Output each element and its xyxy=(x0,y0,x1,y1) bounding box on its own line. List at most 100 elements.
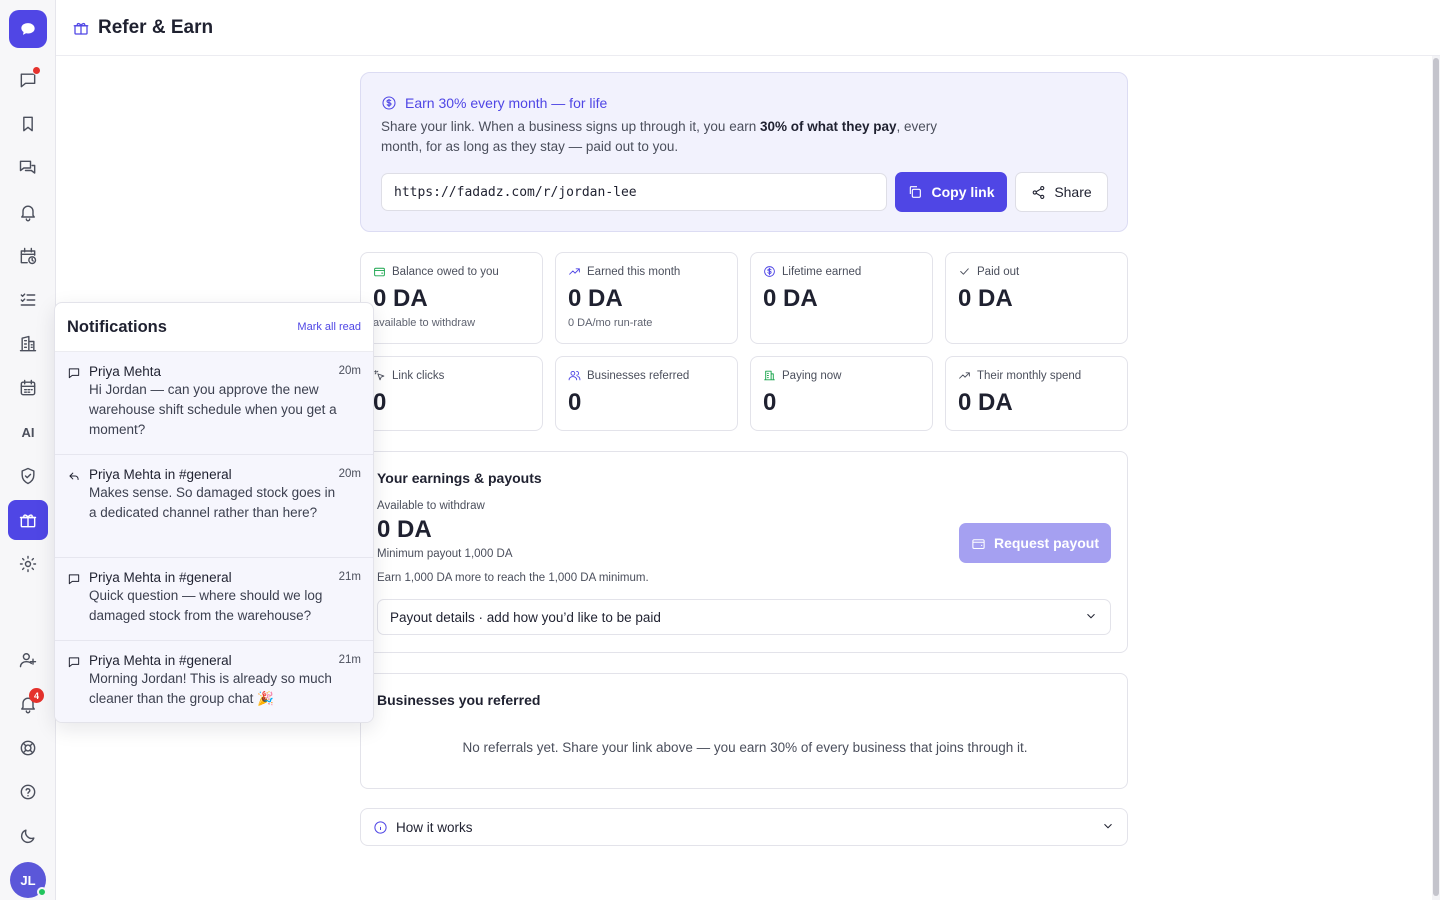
empty-state-text: No referrals yet. Share your link above … xyxy=(462,740,1028,755)
building-icon xyxy=(19,335,37,352)
stat-header: Link clicks xyxy=(373,369,444,382)
chat-bubble-logo-icon xyxy=(21,23,35,35)
notification-item[interactable]: Priya Mehta 20m Hi Jordan — can you appr… xyxy=(55,352,373,455)
stat-card-paid-out: Paid out 0 DA xyxy=(945,252,1128,344)
calendar-clock-icon xyxy=(20,247,37,265)
stat-card-paying-now: Paying now 0 xyxy=(750,356,933,431)
sidebar-item-saved[interactable] xyxy=(8,104,48,144)
stat-card-monthly-spend: Their monthly spend 0 DA xyxy=(945,356,1128,431)
stat-value: 0 DA xyxy=(958,389,1013,416)
stat-label: Businesses referred xyxy=(587,369,690,382)
notification-sender: Priya Mehta in #general xyxy=(89,570,232,585)
sidebar-item-messages[interactable] xyxy=(8,60,48,100)
stat-value: 0 DA xyxy=(568,285,623,312)
sidebar-item-company[interactable] xyxy=(8,324,48,364)
message-icon xyxy=(67,572,81,586)
businesses-referred-title: Businesses you referred xyxy=(377,692,541,708)
hero-desc-bold: 30% of what they pay xyxy=(759,119,897,134)
trending-up-icon xyxy=(959,372,970,379)
notification-sender: Priya Mehta xyxy=(89,364,162,379)
how-it-works-toggle[interactable]: How it works xyxy=(360,808,1128,846)
notifications-title: Notifications xyxy=(67,317,167,336)
payout-details-toggle[interactable]: Payout details · add how you’d like to b… xyxy=(377,599,1111,635)
sidebar-item-schedule[interactable] xyxy=(8,236,48,276)
stat-label: Paying now xyxy=(782,369,842,382)
bookmark-icon xyxy=(23,116,33,132)
hero-title: Earn 30% every month — for life xyxy=(405,95,608,111)
sidebar-item-help[interactable] xyxy=(8,772,48,812)
sidebar-item-alerts[interactable] xyxy=(8,192,48,232)
sidebar-item-calendar[interactable] xyxy=(8,368,48,408)
hero-desc-text: Share your link. When a business signs u… xyxy=(381,119,760,134)
list-checks-icon xyxy=(20,293,36,306)
available-label: Available to withdraw xyxy=(377,500,485,512)
stat-card-businesses-referred: Businesses referred 0 xyxy=(555,356,738,431)
stat-value: 0 xyxy=(373,389,387,416)
sidebar-item-notifications[interactable]: 4 xyxy=(8,684,48,724)
sidebar-item-theme[interactable] xyxy=(8,816,48,856)
notification-text: Quick question — where should we log dam… xyxy=(89,588,323,623)
notification-text: Hi Jordan — can you approve the new ware… xyxy=(89,382,337,437)
sidebar: AI 4 JL xyxy=(0,0,56,900)
share-icon xyxy=(1032,185,1045,199)
sidebar-item-invite[interactable] xyxy=(8,640,48,680)
user-plus-icon xyxy=(19,653,37,668)
referral-link-field[interactable]: https://fadadz.com/r/jordan-lee xyxy=(381,173,887,211)
sidebar-item-ai[interactable]: AI xyxy=(8,412,48,452)
calendar-icon xyxy=(20,379,36,396)
notification-item[interactable]: Priya Mehta in #general 20m Makes sense.… xyxy=(55,455,373,558)
notification-item[interactable]: Priya Mehta in #general 21m Morning Jord… xyxy=(55,641,373,722)
stat-value: 0 xyxy=(568,389,582,416)
sidebar-item-security[interactable] xyxy=(8,456,48,496)
stat-subtext: 0 DA/mo run-rate xyxy=(568,317,653,329)
earnings-title: Your earnings & payouts xyxy=(377,470,542,486)
ai-label: AI xyxy=(21,424,35,440)
notification-time: 21m xyxy=(338,654,361,666)
earnings-payouts-panel: Your earnings & payouts Available to wit… xyxy=(360,451,1128,653)
dollar-circle-icon xyxy=(764,266,775,277)
scrollbar-thumb[interactable] xyxy=(1433,58,1439,896)
stat-header: Paying now xyxy=(763,369,841,382)
request-payout-button[interactable]: Request payout xyxy=(959,523,1111,563)
stat-label: Paid out xyxy=(977,265,1020,278)
gear-icon xyxy=(19,555,37,573)
bell-icon xyxy=(21,205,35,222)
hero-description: Share your link. When a business signs u… xyxy=(381,117,981,157)
sidebar-item-support[interactable] xyxy=(8,728,48,768)
stat-header: Balance owed to you xyxy=(373,265,499,278)
moon-icon xyxy=(20,829,35,844)
stat-header: Paid out xyxy=(958,265,1019,278)
notification-time: 21m xyxy=(338,571,361,583)
gift-icon xyxy=(19,514,37,528)
stat-card-balance: Balance owed to you 0 DA available to wi… xyxy=(360,252,543,344)
mark-all-read-link[interactable]: Mark all read xyxy=(297,321,361,333)
stat-label: Earned this month xyxy=(587,265,681,278)
how-it-works-header: How it works xyxy=(373,820,473,835)
stat-header: Earned this month xyxy=(568,265,680,278)
message-icon xyxy=(67,366,81,380)
chats-icon xyxy=(19,160,36,174)
copy-link-button[interactable]: Copy link xyxy=(895,172,1007,212)
user-avatar[interactable]: JL xyxy=(10,862,47,898)
minimum-payout: Minimum payout 1,000 DA xyxy=(377,548,513,560)
notification-item[interactable]: Priya Mehta in #general 21m Quick questi… xyxy=(55,558,373,641)
sidebar-item-threads[interactable] xyxy=(8,148,48,188)
stat-label: Lifetime earned xyxy=(782,265,862,278)
hero-title-row: Earn 30% every month — for life xyxy=(381,95,607,111)
referral-hero-card: Earn 30% every month — for life Share yo… xyxy=(360,72,1128,232)
share-button[interactable]: Share xyxy=(1015,172,1108,212)
sidebar-item-refer-earn[interactable] xyxy=(8,500,48,540)
wallet-icon xyxy=(374,267,385,277)
app-logo[interactable] xyxy=(9,10,47,48)
stat-header: Lifetime earned xyxy=(763,265,861,278)
stat-value: 0 DA xyxy=(958,285,1013,312)
stat-card-link-clicks: Link clicks 0 xyxy=(360,356,543,431)
sidebar-item-tasks[interactable] xyxy=(8,280,48,320)
cursor-click-icon xyxy=(374,370,385,381)
building-icon xyxy=(764,370,775,381)
businesses-referred-panel: Businesses you referred No referrals yet… xyxy=(360,673,1128,789)
wallet-icon xyxy=(972,538,985,549)
stat-value: 0 DA xyxy=(373,285,428,312)
sidebar-item-settings[interactable] xyxy=(8,544,48,584)
page-title: Refer & Earn xyxy=(98,16,214,38)
